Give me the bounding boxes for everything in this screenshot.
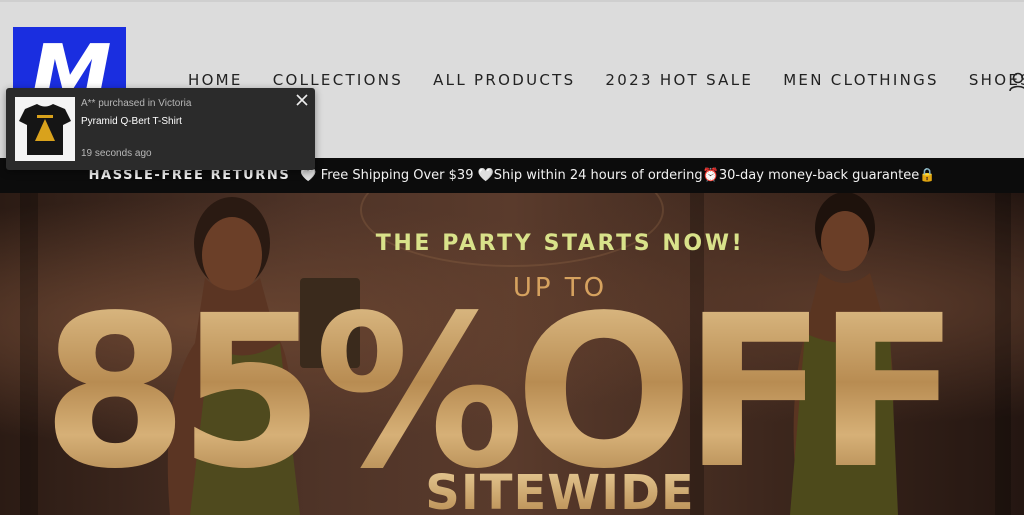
purchase-notification[interactable]: A** purchased in Victoria Pyramid Q-Bert… [6,88,315,170]
nav-men-clothings[interactable]: MEN CLOTHINGS [783,73,939,88]
purchased-product-link[interactable]: Pyramid Q-Bert T-Shirt [81,117,182,127]
purchase-time: 19 seconds ago [81,148,152,159]
close-icon[interactable] [295,93,309,107]
nav-all-products[interactable]: ALL PRODUCTS [433,73,575,88]
user-icon[interactable] [1008,72,1024,92]
announcement-details: 🤍 Free Shipping Over $39 🤍Ship within 24… [300,168,936,183]
nav-home[interactable]: HOME [188,73,243,88]
nav-2023-hot-sale[interactable]: 2023 HOT SALE [605,73,753,88]
main-nav: HOME COLLECTIONS ALL PRODUCTS 2023 HOT S… [174,73,1024,88]
hero-tagline: THE PARTY STARTS NOW! [375,231,745,256]
hero-sitewide: SITEWIDE [0,469,1024,515]
product-thumbnail[interactable] [15,97,75,161]
announcement-returns: HASSLE-FREE RETURNS [88,168,291,183]
nav-collections[interactable]: COLLECTIONS [273,73,403,88]
hero-banner[interactable]: THE PARTY STARTS NOW! UP TO 85%OFF SITEW… [0,193,1024,515]
purchase-meta: A** purchased in Victoria [81,98,192,109]
